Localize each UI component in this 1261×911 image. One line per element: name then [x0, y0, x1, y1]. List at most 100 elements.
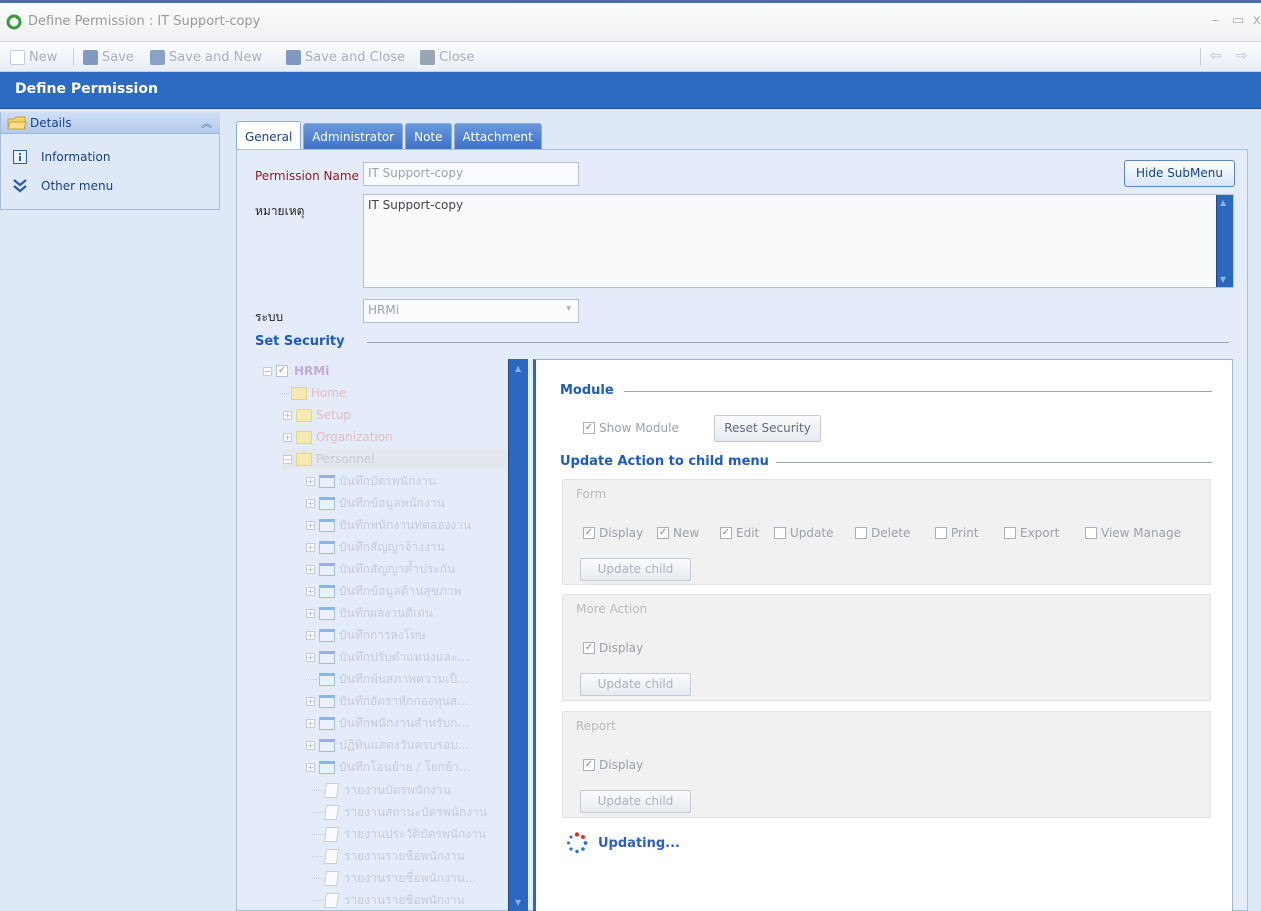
expand-toggle-icon[interactable]: +	[306, 762, 315, 772]
more-action-display-checkbox[interactable]: ✓ Display	[583, 641, 643, 655]
tree-item-form[interactable]: + บันทึกข้อมูลพนักงาน	[306, 493, 445, 513]
form-update-child-button[interactable]: Update child	[580, 558, 691, 581]
form-view-manage-checkbox[interactable]: View Manage	[1085, 526, 1181, 540]
form-update-checkbox[interactable]: Update	[774, 526, 833, 540]
maximize-button[interactable]: ▭	[1232, 13, 1244, 28]
tree-item-organization[interactable]: + Organization	[283, 427, 393, 447]
permission-name-input[interactable]: IT Support-copy	[363, 162, 579, 186]
previous-arrow-icon[interactable]: ⇦	[1210, 48, 1222, 64]
remark-textarea[interactable]: IT Support-copy ▲ ▼	[363, 194, 1234, 288]
form-edit-checkbox[interactable]: ✓ Edit	[720, 526, 759, 540]
more-action-update-child-button[interactable]: Update child	[580, 673, 691, 696]
tab-note[interactable]: Note	[405, 123, 452, 149]
module-divider	[624, 391, 1212, 392]
remark-label: หมายเหตุ	[255, 204, 305, 218]
checkbox-checked-icon: ✓	[583, 759, 595, 771]
tree-item-form[interactable]: + บันทึกบัตรพนักงาน	[306, 471, 436, 491]
report-display-checkbox[interactable]: ✓ Display	[583, 758, 643, 772]
tree-item-report[interactable]: รายงานรายชื่อพนักงาน	[312, 846, 465, 866]
tree-item-form[interactable]: + บันทึกสัญญาจ้างงาน	[306, 537, 445, 557]
expand-toggle-icon[interactable]: +	[306, 542, 315, 552]
expand-toggle-icon[interactable]: +	[306, 498, 315, 508]
permission-name-label: Permission Name	[255, 169, 359, 183]
tree-item-report[interactable]: รายงานรายชื่อพนักงาน	[312, 890, 465, 910]
tree-checkbox-icon[interactable]: ✓	[276, 365, 288, 377]
sidebar-item-information[interactable]: Information	[13, 150, 110, 164]
collapse-icon[interactable]: ︽	[201, 115, 212, 131]
tree-item-form[interactable]: + บันทึกข้อมูลด้านสุขภาพ	[306, 581, 462, 601]
expand-toggle-icon[interactable]: +	[306, 564, 315, 574]
tree-item-form[interactable]: + บันทึกโอนย้าย / โยกย้า...	[306, 757, 470, 777]
dropdown-arrow-icon[interactable]: ▾	[566, 304, 571, 314]
tree-root[interactable]: − ✓ HRMi	[263, 361, 329, 381]
expand-toggle-icon[interactable]: +	[283, 410, 292, 420]
tree-item-form[interactable]: + บันทึกปรับตำแหน่งและ...	[306, 647, 469, 667]
tree-item-label: Home	[311, 386, 347, 400]
tree-item-form[interactable]: บันทึกพ้นสภาพความเป็...	[306, 669, 469, 689]
tree-item-label: บันทึกข้อมูลพนักงาน	[339, 495, 445, 510]
form-delete-checkbox[interactable]: Delete	[855, 526, 910, 540]
tab-general[interactable]: General	[236, 121, 302, 150]
sidebar-item-other-menu[interactable]: Other menu	[13, 179, 113, 193]
report-update-child-button[interactable]: Update child	[580, 790, 691, 813]
form-window-icon	[319, 716, 335, 730]
minimize-button[interactable]: –	[1212, 13, 1219, 28]
scroll-down-icon[interactable]: ▼	[515, 898, 521, 907]
collapse-toggle-icon[interactable]: −	[263, 366, 272, 376]
tree-item-form[interactable]: + บันทึกสัญญาค้ำประกัน	[306, 559, 455, 579]
close-window-button[interactable]: x	[1253, 13, 1261, 28]
tree-item-form[interactable]: + บันทึกพนักงานสำหรับก...	[306, 713, 469, 733]
form-new-checkbox[interactable]: ✓ New	[657, 526, 699, 540]
tree-scrollbar[interactable]: ▲ ▼	[508, 359, 528, 911]
tree-item-label: บันทึกพนักงานสำหรับก...	[339, 715, 469, 730]
tree-item-form[interactable]: + ปฏิทินแสดงวันครบรอบ...	[306, 735, 469, 755]
expand-toggle-icon[interactable]: +	[283, 432, 292, 442]
tab-administrator[interactable]: Administrator	[303, 123, 404, 149]
save-and-close-button[interactable]: Save and Close	[286, 47, 405, 67]
expand-toggle-icon[interactable]: +	[306, 520, 315, 530]
close-button[interactable]: Close	[420, 47, 474, 67]
tree-item-report[interactable]: รายงานบัตรพนักงาน	[312, 780, 451, 800]
tree-item-report[interactable]: รายงานสถานะบัตรพนักงาน	[312, 802, 487, 822]
expand-toggle-icon[interactable]: +	[306, 696, 315, 706]
tree-item-home[interactable]: Home	[278, 383, 346, 403]
tree-item-report[interactable]: รายงานรายชื่อพนักงาน...	[312, 868, 476, 888]
new-button[interactable]: New	[10, 47, 57, 67]
form-print-checkbox[interactable]: Print	[935, 526, 979, 540]
reset-security-button[interactable]: Reset Security	[714, 415, 821, 442]
folder-icon	[291, 386, 307, 400]
scroll-down-icon[interactable]: ▼	[1220, 275, 1226, 284]
tree-item-personnel[interactable]: − Personnel	[283, 449, 508, 469]
show-module-checkbox[interactable]: ✓ Show Module	[583, 421, 679, 435]
tree-item-form[interactable]: + บันทึกอัตราหักกองทุนส...	[306, 691, 469, 711]
double-chevron-down-icon	[13, 179, 27, 193]
save-button[interactable]: Save	[83, 47, 134, 67]
save-close-icon	[286, 49, 301, 65]
expand-toggle-icon[interactable]: +	[306, 476, 315, 486]
expand-toggle-icon[interactable]: +	[306, 652, 315, 662]
sidebar-header[interactable]: Details ︽	[1, 112, 220, 134]
expand-toggle-icon[interactable]: +	[306, 630, 315, 640]
tab-attachment[interactable]: Attachment	[453, 123, 542, 149]
hide-submenu-button[interactable]: Hide SubMenu	[1124, 160, 1235, 187]
form-export-checkbox[interactable]: Export	[1004, 526, 1059, 540]
tree-item-form[interactable]: + บันทึกผลงานดีเด่น	[306, 603, 433, 623]
scroll-up-icon[interactable]: ▲	[1220, 198, 1226, 207]
toolbar: New Save Save and New Save and Close Clo…	[0, 42, 1261, 72]
expand-toggle-icon[interactable]: +	[306, 586, 315, 596]
next-arrow-icon[interactable]: ⇨	[1236, 48, 1248, 64]
tree-item-form[interactable]: + บันทึกการลงโทษ	[306, 625, 426, 645]
tree-item-setup[interactable]: + Setup	[283, 405, 351, 425]
tree-item-form[interactable]: + บันทึกพนักงานทดลองงาน	[306, 515, 471, 535]
expand-toggle-icon[interactable]: +	[306, 718, 315, 728]
tree-item-report[interactable]: รายงานประวัติบัตรพนักงาน	[312, 824, 486, 844]
form-display-checkbox[interactable]: ✓ Display	[583, 526, 643, 540]
save-and-new-button[interactable]: Save and New	[150, 47, 262, 67]
expand-toggle-icon[interactable]: +	[306, 740, 315, 750]
scroll-up-icon[interactable]: ▲	[515, 364, 521, 373]
system-select[interactable]: HRMi ▾	[363, 299, 579, 323]
form-window-icon	[319, 650, 335, 664]
collapse-toggle-icon[interactable]: −	[283, 454, 292, 464]
expand-toggle-icon[interactable]: +	[306, 608, 315, 618]
remark-scrollbar[interactable]: ▲ ▼	[1216, 195, 1233, 287]
